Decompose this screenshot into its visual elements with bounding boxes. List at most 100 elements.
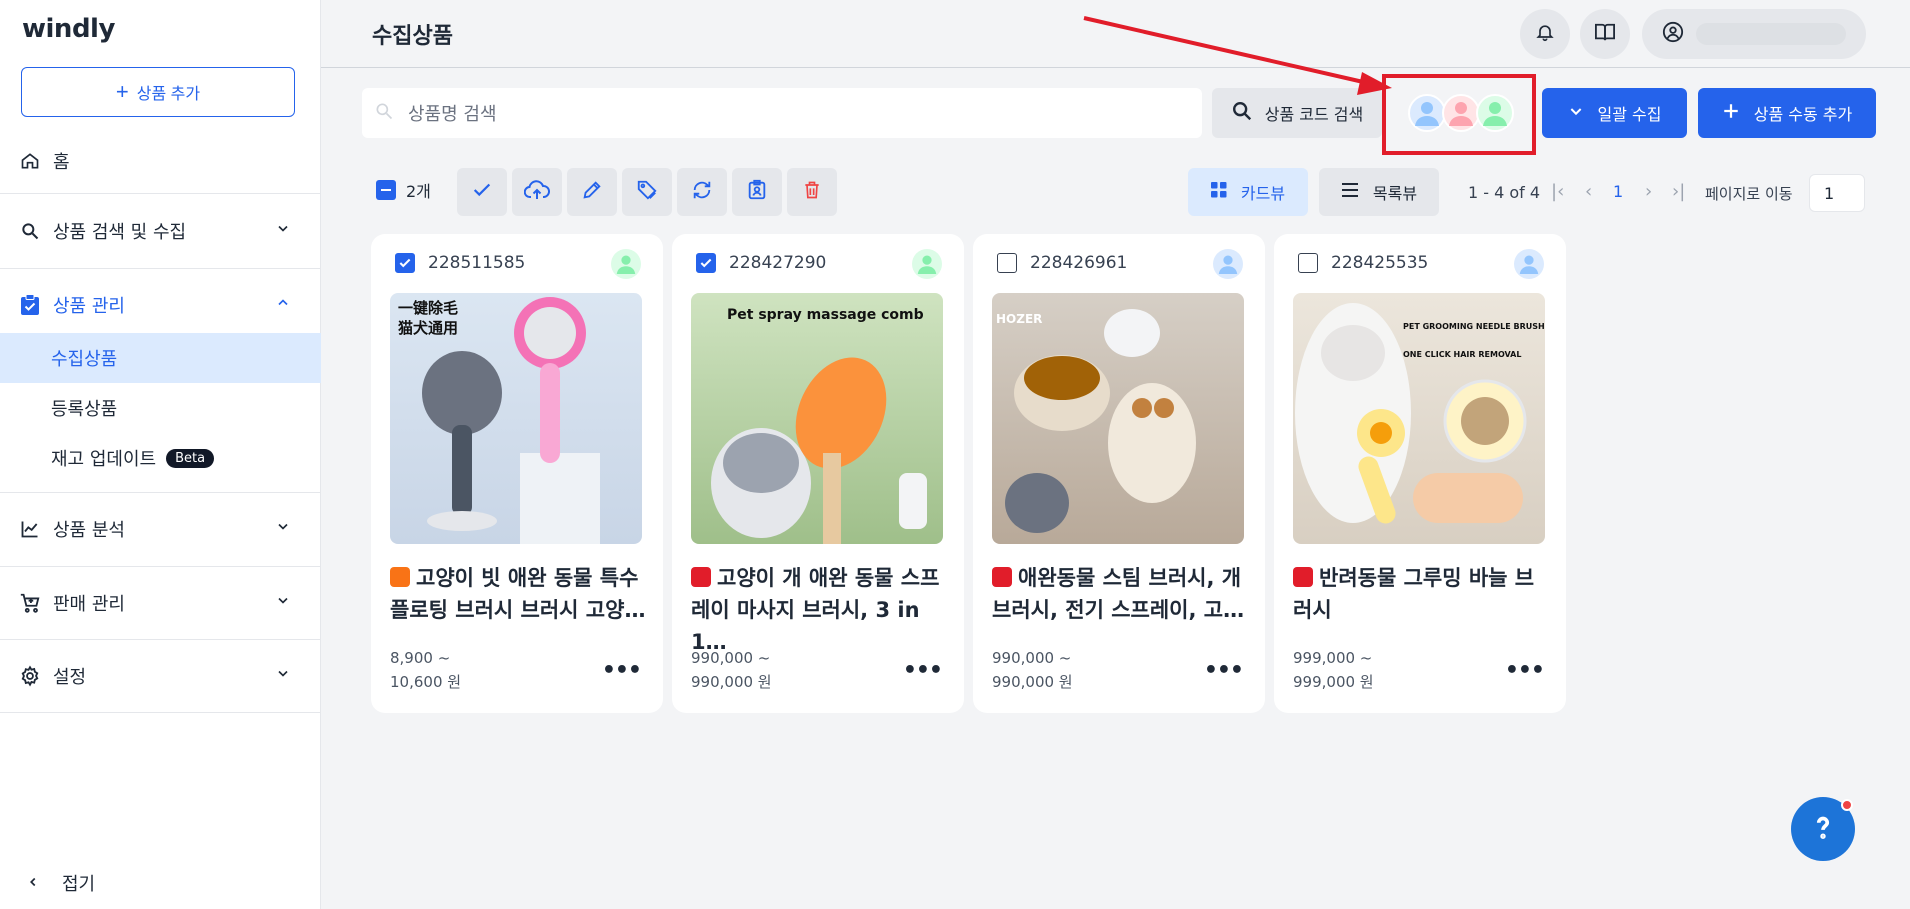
pagination-range: 1 - 4 of 4 xyxy=(1468,183,1541,202)
more-options-icon[interactable]: ••• xyxy=(1204,658,1244,683)
card-checkbox[interactable] xyxy=(696,253,716,273)
upload-button[interactable] xyxy=(512,168,562,216)
sidebar-item-label: 상품 검색 및 수집 xyxy=(53,222,187,243)
product-thumbnail[interactable]: PET GROOMING NEEDLE BRUSH ONE CLICK HAIR… xyxy=(1293,293,1545,544)
sidebar-subitem-stock-update[interactable]: 재고 업데이트 Beta xyxy=(0,433,321,483)
divider xyxy=(0,193,321,194)
divider xyxy=(0,492,321,493)
thumb-text: 猫犬通用 xyxy=(398,319,458,337)
card-checkbox[interactable] xyxy=(997,253,1017,273)
thumb-text: 一键除毛 xyxy=(398,299,458,317)
sidebar-subitem-registered[interactable]: 등록상품 xyxy=(0,383,321,433)
sidebar-item-analysis[interactable]: 상품 분석 xyxy=(0,509,321,549)
edit-button[interactable] xyxy=(567,168,617,216)
product-price: 999,000 ~ 999,000 원 xyxy=(1293,646,1374,694)
product-card[interactable]: 228425535 PET GROOMING NEEDLE BRUSH ONE … xyxy=(1274,234,1566,713)
help-button[interactable] xyxy=(1791,797,1855,861)
product-thumbnail[interactable]: Pet spray massage comb xyxy=(691,293,943,544)
card-checkbox[interactable] xyxy=(1298,253,1318,273)
check-icon xyxy=(399,258,411,268)
divider xyxy=(0,712,321,713)
collapse-label: 접기 xyxy=(62,874,96,895)
next-page-icon[interactable]: › xyxy=(1645,181,1652,202)
product-image: HOZER xyxy=(996,309,1196,533)
first-page-icon[interactable]: |‹ xyxy=(1551,181,1564,202)
divider xyxy=(0,268,321,269)
product-code: 228426961 xyxy=(1030,253,1128,273)
bulk-collect-label: 일괄 수집 xyxy=(1597,105,1662,124)
sidebar-item-search-collect[interactable]: 상품 검색 및 수집 xyxy=(0,211,321,251)
product-thumbnail[interactable]: HOZER xyxy=(992,293,1244,544)
sync-button[interactable] xyxy=(677,168,727,216)
notification-dot xyxy=(1841,799,1853,811)
collapse-sidebar-button[interactable]: 접기 xyxy=(26,870,95,896)
price-max: 999,000 원 xyxy=(1293,673,1374,691)
owner-avatar xyxy=(912,249,942,279)
assign-owner-button[interactable] xyxy=(732,168,782,216)
sidebar-item-settings[interactable]: 설정 xyxy=(0,656,321,696)
search-icon xyxy=(1231,100,1253,126)
sidebar-item-label: 판매 관리 xyxy=(53,594,125,615)
chevron-up-icon xyxy=(275,295,291,316)
sidebar-item-label: 홈 xyxy=(53,152,70,173)
card-view-label: 카드뷰 xyxy=(1240,184,1286,203)
owner-avatar xyxy=(611,249,641,279)
goto-page-input[interactable]: 1 xyxy=(1809,174,1865,212)
card-view-toggle[interactable]: 카드뷰 xyxy=(1188,168,1308,216)
id-badge-icon xyxy=(746,179,768,205)
confirm-button[interactable] xyxy=(457,168,507,216)
thumb-text: Pet spray massage comb xyxy=(727,307,924,323)
sidebar-subitem-collected[interactable]: 수집상품 xyxy=(0,333,321,383)
card-checkbox[interactable] xyxy=(395,253,415,273)
product-title[interactable]: 고양이 개 애완 동물 스프레이 마사지 브러시, 3 in 1… xyxy=(691,562,947,658)
add-product-label: 상품 추가 xyxy=(136,86,201,103)
more-options-icon[interactable]: ••• xyxy=(903,658,943,683)
tag-edit-button[interactable] xyxy=(622,168,672,216)
code-search-label: 상품 코드 검색 xyxy=(1264,105,1364,124)
taobao-source-icon xyxy=(390,567,410,587)
sidebar-item-product-mgmt[interactable]: 상품 관리 xyxy=(0,285,321,325)
sidebar-item-label: 상품 분석 xyxy=(53,520,125,541)
check-icon xyxy=(700,258,712,268)
guide-button[interactable] xyxy=(1580,9,1630,59)
more-options-icon[interactable]: ••• xyxy=(1505,658,1545,683)
product-card[interactable]: 228427290 Pet spray massage comb 고양이 개 애… xyxy=(672,234,964,713)
page-title: 수집상품 xyxy=(372,24,453,49)
add-product-button[interactable]: + 상품 추가 xyxy=(21,67,295,117)
manual-add-product-button[interactable]: 상품 수동 추가 xyxy=(1698,88,1876,138)
list-view-toggle[interactable]: 목록뷰 xyxy=(1319,168,1439,216)
sidebar-subitem-label: 재고 업데이트 xyxy=(51,449,157,470)
product-card[interactable]: 228426961 HOZER 애완동물 스팀 브러시, 개 브러시, 전기 스… xyxy=(973,234,1265,713)
product-title-text: 고양이 개 애완 동물 스프레이 마사지 브러시, 3 in 1… xyxy=(691,566,940,654)
current-page[interactable]: 1 xyxy=(1613,182,1623,201)
product-title[interactable]: 반려동물 그루밍 바늘 브러시 xyxy=(1293,562,1549,626)
prev-page-icon[interactable]: ‹ xyxy=(1585,181,1592,202)
gear-icon xyxy=(19,665,41,687)
delete-button[interactable] xyxy=(787,168,837,216)
product-card[interactable]: 228511585 一键除毛 猫犬通用 고양이 빗 애완 동물 특수 플로팅 브… xyxy=(371,234,663,713)
product-title-text: 애완동물 스팀 브러시, 개 브러시, 전기 스프레이, 고… xyxy=(992,566,1245,622)
product-thumbnail[interactable]: 一键除毛 猫犬通用 xyxy=(390,293,642,544)
app-logo[interactable]: windly xyxy=(22,14,115,44)
manual-add-label: 상품 수동 추가 xyxy=(1753,105,1853,124)
product-image: 一键除毛 猫犬通用 xyxy=(398,297,600,544)
product-image: Pet spray massage comb xyxy=(711,307,927,544)
notifications-button[interactable] xyxy=(1520,9,1570,59)
product-title[interactable]: 애완동물 스팀 브러시, 개 브러시, 전기 스프레이, 고… xyxy=(992,562,1248,626)
owner-avatar xyxy=(1514,249,1544,279)
bulk-collect-button[interactable]: 일괄 수집 xyxy=(1542,88,1687,138)
sidebar-item-sales[interactable]: 판매 관리 xyxy=(0,583,321,623)
cloud-upload-icon xyxy=(523,179,550,205)
sidebar-subitem-label: 등록상품 xyxy=(51,399,118,420)
product-title[interactable]: 고양이 빗 애완 동물 특수 플로팅 브러시 브러시 고양… xyxy=(390,562,646,626)
product-title-text: 반려동물 그루밍 바늘 브러시 xyxy=(1293,566,1535,622)
list-icon xyxy=(1341,182,1359,202)
last-page-icon[interactable]: ›| xyxy=(1672,181,1685,202)
select-all-checkbox[interactable]: 2개 xyxy=(376,178,431,202)
sidebar-item-home[interactable]: 홈 xyxy=(0,141,321,181)
more-options-icon[interactable]: ••• xyxy=(602,658,642,683)
price-max: 990,000 원 xyxy=(691,673,772,691)
chevron-down-icon xyxy=(1568,103,1584,123)
book-icon xyxy=(1594,22,1616,46)
user-menu-button[interactable] xyxy=(1642,9,1866,59)
